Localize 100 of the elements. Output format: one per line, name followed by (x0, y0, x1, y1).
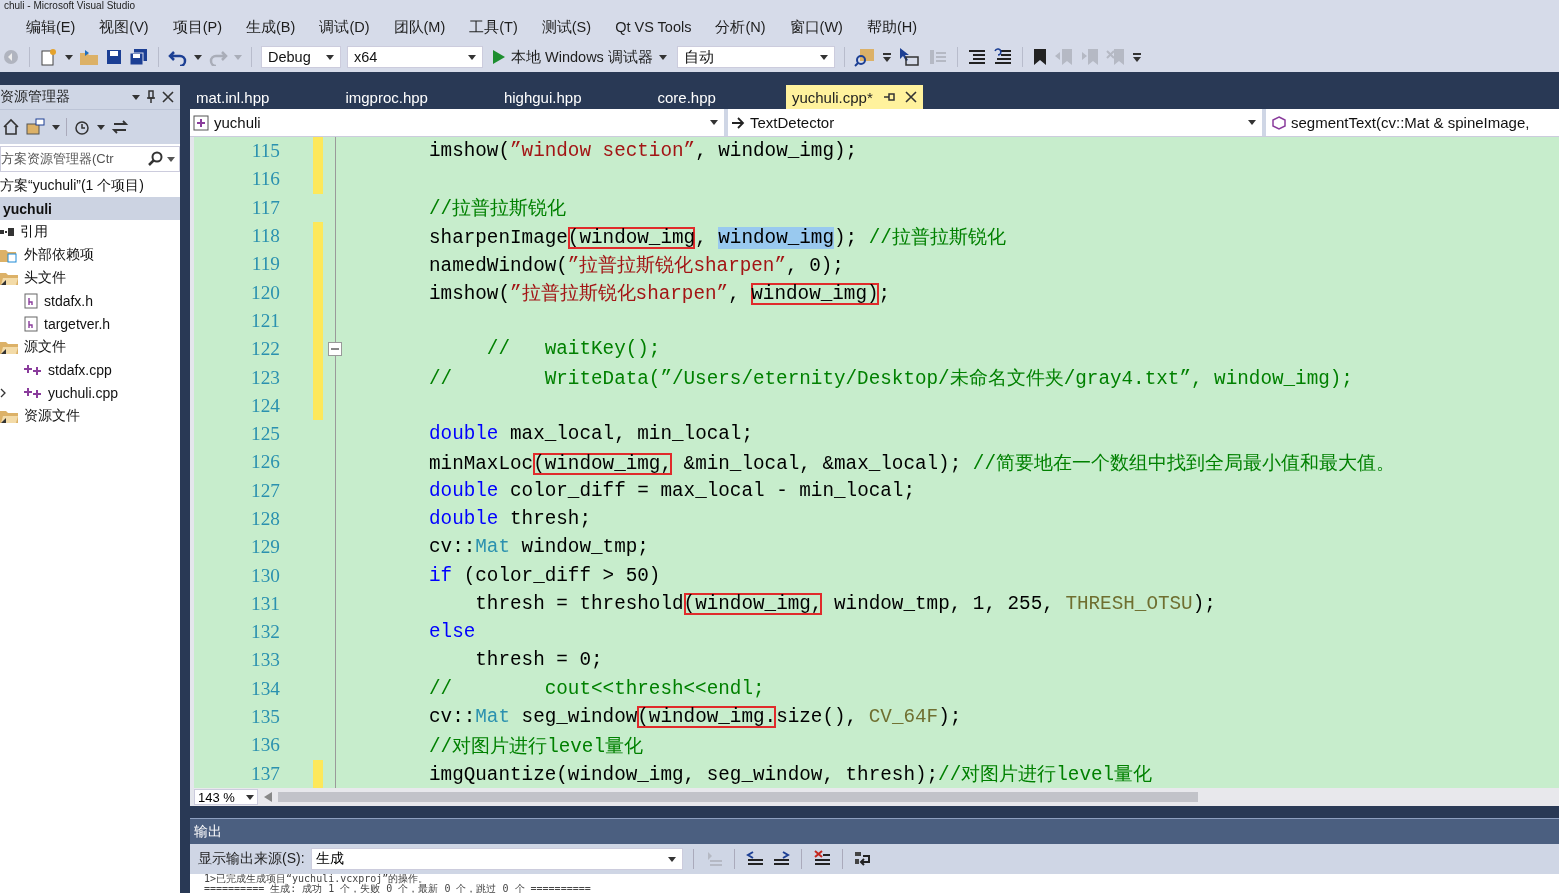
tree-item[interactable]: 外部依赖项 (0, 243, 180, 266)
scope-dropdown[interactable]: TextDetector (728, 109, 1262, 136)
collapse-icon[interactable] (328, 342, 342, 357)
menu-item[interactable]: 帮助(H) (854, 13, 930, 41)
caret-icon[interactable] (326, 54, 334, 60)
caret-icon[interactable] (658, 54, 667, 60)
home-icon[interactable] (2, 118, 20, 136)
mode-dropdown[interactable]: 自动 (676, 46, 835, 68)
menu-item[interactable]: 测试(S) (529, 13, 604, 41)
pin-icon[interactable] (882, 91, 895, 103)
file-tab[interactable]: imgproc.hpp (339, 85, 434, 109)
caret-icon[interactable] (97, 124, 105, 130)
menu-item[interactable]: 编辑(E) (14, 13, 88, 41)
tree-item[interactable]: 头文件 (0, 266, 180, 289)
code-token: , 0); (786, 254, 844, 277)
menu-item[interactable]: Qt VS Tools (603, 15, 704, 39)
menu-item[interactable]: 生成(B) (234, 13, 308, 41)
file-tab[interactable]: core.hpp (651, 85, 722, 109)
project-icon (193, 114, 209, 131)
overflow-icon[interactable] (881, 51, 892, 63)
configuration-dropdown[interactable]: Debug (261, 46, 341, 68)
menu-item[interactable]: 视图(V) (87, 13, 161, 41)
save-icon[interactable] (105, 48, 123, 66)
code-token: imshow( (429, 283, 510, 306)
history-icon[interactable] (73, 118, 91, 136)
word-wrap-icon[interactable] (852, 850, 873, 868)
caret-icon[interactable] (194, 54, 202, 60)
swap-icon[interactable] (111, 118, 129, 136)
tree-item[interactable]: stdafx.cpp (0, 358, 180, 381)
overflow-icon[interactable] (1131, 51, 1142, 63)
code-token: max_local, min_local; (509, 423, 753, 446)
code-comment: //对图片进行level量化 (938, 764, 1153, 787)
code-token: double (429, 479, 499, 502)
zoom-dropdown[interactable]: 143 % (194, 789, 258, 805)
code-token: imshow( (429, 140, 510, 163)
tree-item[interactable]: yuchuli.cpp (0, 381, 180, 404)
tree-item[interactable]: yuchuli (0, 197, 180, 220)
file-tab[interactable]: yuchuli.cpp* (785, 85, 923, 109)
caret-icon[interactable] (65, 54, 73, 60)
line-number: 121 (250, 309, 280, 332)
code-token: (window_img, (683, 592, 823, 615)
platform-dropdown[interactable]: x64 (347, 46, 483, 68)
output-source-dropdown[interactable]: 生成 (310, 848, 683, 870)
outdent-icon[interactable] (966, 48, 987, 66)
tree-item[interactable]: 源文件 (0, 335, 180, 358)
menu-item[interactable]: 调试(D) (307, 13, 382, 41)
line-number: 119 (250, 253, 280, 276)
tree-item[interactable]: 方案“yuchuli”(1 个项目) (0, 174, 180, 197)
caret-icon[interactable] (667, 856, 676, 862)
caret-icon[interactable] (167, 156, 175, 162)
line-number: 125 (250, 423, 280, 446)
member-dropdown[interactable]: segmentText(cv::Mat & spineImage, (1266, 109, 1559, 136)
caret-icon[interactable] (819, 54, 828, 60)
output-line: ========== 生成: 成功 1 个，失败 0 个，最新 0 个，跳过 0 个 ========== (204, 883, 592, 893)
bookmark-icon[interactable] (1031, 48, 1048, 66)
caret-icon[interactable] (468, 54, 476, 60)
code-comment: //拉普拉斯锐化 (429, 198, 567, 221)
file-tab[interactable]: mat.inl.hpp (190, 85, 276, 109)
project-dropdown[interactable]: yuchuli (190, 109, 724, 136)
go-to-previous-icon[interactable] (744, 850, 765, 868)
sync-views-icon[interactable] (26, 118, 46, 136)
code-token: size(), (776, 706, 859, 729)
caret-icon[interactable] (1248, 120, 1256, 125)
menu-item[interactable]: 工具(T) (457, 13, 530, 41)
header-file-icon (24, 315, 38, 332)
line-number: 135 (250, 706, 280, 729)
pointer-comment-icon[interactable] (897, 47, 920, 67)
caret-icon[interactable] (246, 794, 254, 800)
caret-icon[interactable] (710, 120, 718, 125)
file-tab[interactable]: highgui.hpp (497, 85, 588, 109)
source-label: 显示输出来源(S): (198, 850, 305, 868)
tree-item[interactable]: 资源文件 (0, 404, 180, 427)
indent-icon[interactable] (992, 48, 1013, 66)
code-token: double (429, 508, 499, 530)
arrow-right-icon (731, 116, 745, 129)
search-field[interactable]: 方案资源管理器(Ctr (0, 146, 180, 172)
menu-item[interactable]: 分析(N) (703, 13, 778, 41)
open-folder-icon[interactable] (79, 48, 99, 66)
pin-icon[interactable] (146, 90, 156, 104)
line-number: 120 (250, 281, 280, 304)
tree-item[interactable]: targetver.h (0, 312, 180, 335)
line-number: 130 (250, 564, 280, 587)
start-debugging-button[interactable]: 本地 Windows 调试器 (489, 47, 671, 67)
tree-item[interactable]: 引用 (0, 220, 180, 243)
new-item-icon[interactable] (39, 47, 59, 67)
menu-item[interactable]: 团队(M) (381, 13, 458, 41)
menu-item[interactable]: 窗口(W) (777, 13, 855, 41)
scrollbar-thumb[interactable] (278, 792, 1198, 802)
scroll-left-icon[interactable] (264, 792, 272, 802)
close-icon[interactable] (162, 91, 174, 103)
code-comment: // WriteData(”/Users/eternity/Desktop/未命名文件夹/gray4.txt”, window_img); (429, 368, 1353, 390)
save-all-icon[interactable] (129, 48, 149, 66)
find-in-files-icon[interactable] (853, 47, 876, 67)
menu-item[interactable]: 项目(P) (160, 13, 235, 41)
tree-item[interactable]: stdafx.h (0, 289, 180, 312)
close-icon[interactable] (904, 91, 917, 103)
undo-icon[interactable] (168, 48, 188, 66)
caret-icon[interactable] (52, 124, 60, 130)
code-token: minMaxLoc (429, 452, 534, 475)
caret-icon[interactable] (132, 94, 140, 100)
